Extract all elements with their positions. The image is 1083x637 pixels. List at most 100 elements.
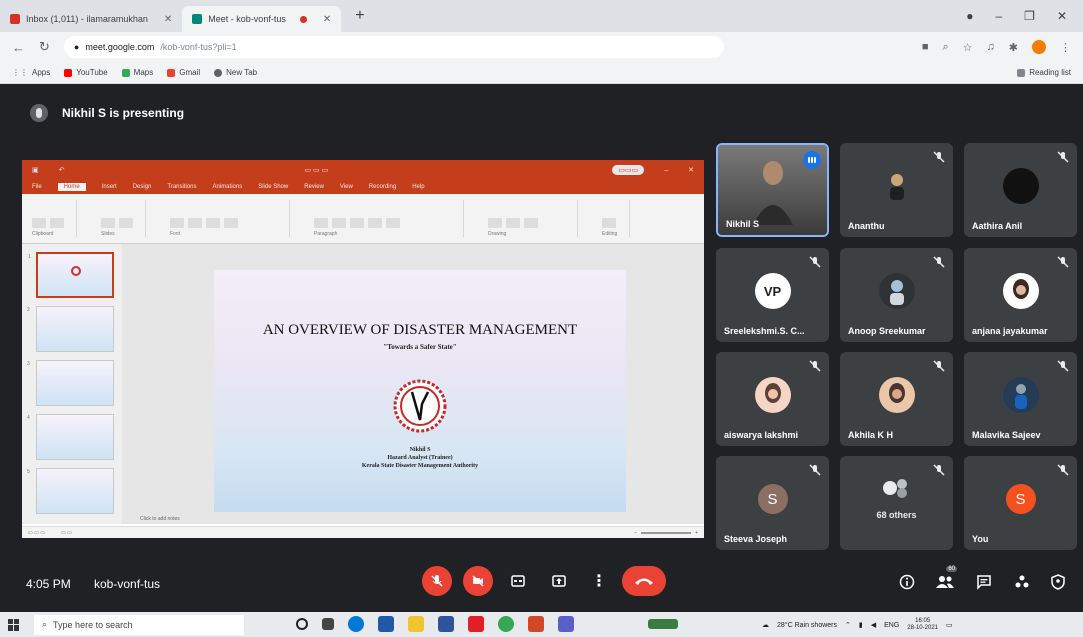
toggle-mic-button[interactable] xyxy=(422,566,452,596)
show-everyone-button[interactable]: 60 xyxy=(935,566,957,592)
bookmark-new-tab[interactable]: New Tab xyxy=(214,68,257,77)
participant-avatar: VP xyxy=(754,273,791,310)
minimize-icon[interactable]: – xyxy=(995,9,1002,23)
zoom-control: − + xyxy=(634,529,698,536)
profile-avatar-icon[interactable] xyxy=(1032,40,1046,54)
edge-icon[interactable] xyxy=(348,616,364,632)
present-screen-icon xyxy=(552,575,566,587)
reload-icon[interactable]: ↻ xyxy=(39,39,50,55)
taskbar-clock[interactable]: 16:05 28-10-2021 xyxy=(907,618,938,632)
weather-icon: ☁ xyxy=(762,622,769,629)
running-app-icon[interactable] xyxy=(648,619,678,629)
globe-icon xyxy=(214,68,223,77)
slide-thumbnail: 1 xyxy=(28,252,114,298)
mic-off-icon xyxy=(933,464,945,476)
menu-kebab-icon[interactable]: ⋮ xyxy=(1060,41,1071,54)
reading-list[interactable]: Reading list xyxy=(1017,68,1071,77)
volume-icon[interactable]: ◀ xyxy=(871,621,876,629)
present-now-button[interactable] xyxy=(544,566,574,596)
bookmark-youtube[interactable]: YouTube xyxy=(64,68,108,77)
gmail-icon xyxy=(167,68,176,77)
participant-tile[interactable]: Ananthu xyxy=(840,143,953,237)
store-icon[interactable] xyxy=(378,616,394,632)
captions-button[interactable] xyxy=(503,566,533,596)
task-view-icon[interactable] xyxy=(322,618,334,630)
address-bar[interactable]: ● meet.google.com/kob-vonf-tus?pli=1 xyxy=(63,36,724,58)
participant-name: Anoop Sreekumar xyxy=(848,326,926,336)
participant-tile[interactable]: aiswarya lakshmi xyxy=(716,352,829,446)
teams-icon[interactable] xyxy=(558,616,574,632)
bookmark-maps[interactable]: Maps xyxy=(121,68,153,77)
network-icon[interactable]: ▮ xyxy=(859,621,863,629)
close-icon[interactable]: ✕ xyxy=(164,14,172,25)
zoom-icon[interactable]: ⌕ xyxy=(942,41,948,54)
toggle-camera-button[interactable] xyxy=(463,566,493,596)
slide-thumbnails: 1 2 3 4 5 xyxy=(22,244,122,524)
mic-off-icon xyxy=(1057,256,1069,268)
participant-tile[interactable]: Aathira Anil xyxy=(964,143,1077,237)
ppt-status-bar: ▭ ▭ ▭ ▭ ▭ − + xyxy=(22,526,704,538)
mic-off-icon xyxy=(933,360,945,372)
notes-placeholder: Click to add notes xyxy=(140,516,180,522)
cortana-icon[interactable] xyxy=(296,618,308,630)
others-avatars-icon xyxy=(882,477,912,499)
chat-button[interactable] xyxy=(974,572,994,592)
participant-tile[interactable]: Malavika Sajeev xyxy=(964,352,1077,446)
bookmark-apps[interactable]: ⋮⋮ Apps xyxy=(12,68,50,77)
participant-tile[interactable]: Akhila K H xyxy=(840,352,953,446)
chevron-up-icon[interactable]: ⌃ xyxy=(845,621,851,629)
close-window-icon[interactable]: ✕ xyxy=(1057,9,1067,23)
participant-tile-self[interactable]: S You xyxy=(964,456,1077,550)
lock-icon: ● xyxy=(73,42,80,52)
tab-meet[interactable]: Meet - kob-vonf-tus ✕ xyxy=(182,6,342,32)
ppt-tab-review: Review xyxy=(304,184,324,190)
participant-tile[interactable]: anjana jayakumar xyxy=(964,248,1077,342)
windows-taskbar: ⌕ Type here to search ☁ 28°C Rain shower… xyxy=(0,612,1083,637)
more-options-button[interactable]: ⋮ xyxy=(584,566,614,596)
ppt-ribbon: Clipboard Slides Font Paragraph Drawing … xyxy=(22,194,704,244)
slide-subtitle: "Towards a Safer State" xyxy=(383,343,457,351)
person-photo-icon xyxy=(1012,279,1029,300)
powerpoint-icon[interactable] xyxy=(528,616,544,632)
back-icon[interactable]: ← xyxy=(12,40,25,55)
taskbar-search[interactable]: ⌕ Type here to search xyxy=(34,614,244,635)
activities-button[interactable] xyxy=(1012,572,1032,592)
camera-icon[interactable]: ■ xyxy=(922,41,929,53)
others-count: 68 others xyxy=(876,510,917,520)
participant-name: Nikhil S xyxy=(726,219,760,229)
mic-off-icon xyxy=(1057,360,1069,372)
profile-icon[interactable]: ● xyxy=(966,9,973,23)
participant-tile[interactable]: S Steeva Joseph xyxy=(716,456,829,550)
maximize-icon[interactable]: ❐ xyxy=(1024,9,1035,23)
new-tab-button[interactable]: + xyxy=(355,7,364,25)
close-icon[interactable]: ✕ xyxy=(323,14,331,25)
notifications-icon[interactable]: ▭ xyxy=(946,621,953,629)
undo-icon: ↶ xyxy=(58,167,65,174)
apps-grid-icon: ⋮⋮ xyxy=(12,68,28,77)
chat-icon xyxy=(977,575,991,590)
media-app-icon[interactable] xyxy=(468,616,484,632)
file-explorer-icon[interactable] xyxy=(408,616,424,632)
ppt-tab-view: View xyxy=(339,184,353,190)
participant-tile[interactable]: VP Sreelekshmi.S. C... xyxy=(716,248,829,342)
tab-inbox[interactable]: Inbox (1,011) - ilamaramukhan ✕ xyxy=(0,6,182,32)
puzzle-icon[interactable]: ✱ xyxy=(1009,41,1018,54)
language-indicator[interactable]: ENG xyxy=(884,622,899,629)
participant-tile-others[interactable]: 68 others xyxy=(840,456,953,550)
participant-tile[interactable]: Nikhil S xyxy=(716,143,829,237)
bookmark-gmail[interactable]: Gmail xyxy=(167,68,200,77)
chrome-icon[interactable] xyxy=(498,616,514,632)
logo-icon xyxy=(71,266,81,276)
participant-tile[interactable]: Anoop Sreekumar xyxy=(840,248,953,342)
star-icon[interactable]: ☆ xyxy=(963,41,973,54)
weather-text[interactable]: 28°C Rain showers xyxy=(777,622,837,629)
participant-avatar: S xyxy=(757,484,788,515)
leave-call-button[interactable] xyxy=(622,566,666,596)
participant-avatar xyxy=(878,377,915,414)
windows-start-icon[interactable] xyxy=(8,618,20,631)
word-icon[interactable] xyxy=(438,616,454,632)
host-controls-button[interactable] xyxy=(1048,572,1068,592)
ribbon-group: Clipboard xyxy=(32,200,77,237)
media-icon[interactable]: ♫ xyxy=(987,41,995,53)
meeting-details-button[interactable] xyxy=(897,572,917,592)
